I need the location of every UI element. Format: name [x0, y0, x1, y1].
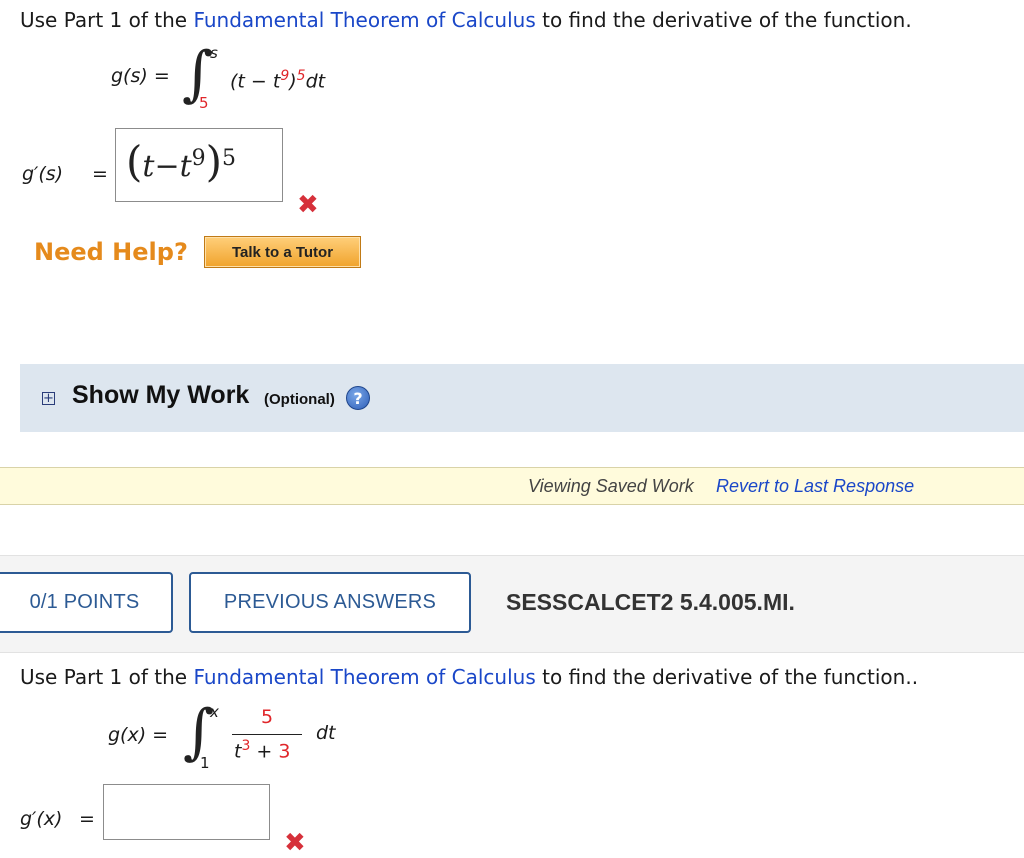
expand-plus-icon[interactable]: +	[42, 392, 55, 405]
q2-answer-equals: =	[79, 808, 95, 830]
q1-function-lhs: g(s) =	[111, 65, 170, 87]
q1-prompt-text-end: to find the derivative of the function.	[542, 8, 912, 32]
points-badge: 0/1 POINTS	[0, 572, 173, 633]
q2-dt: dt	[316, 722, 336, 744]
q1-answer-open-paren: (	[126, 137, 143, 186]
optional-label: (Optional)	[264, 391, 335, 408]
q2-denominator-exp: 3	[241, 738, 251, 754]
need-help-label: Need Help?	[34, 238, 188, 266]
help-question-icon[interactable]: ?	[346, 386, 370, 410]
q1-answer-label: g′(s)	[22, 163, 64, 185]
q1-prompt-text-start: Use Part 1 of the	[20, 8, 188, 32]
integral-sign: ∫	[182, 39, 214, 109]
revert-to-last-response-link[interactable]: Revert to Last Response	[716, 476, 914, 497]
q2-function-lhs: g(x) =	[108, 724, 169, 746]
problem-code: SESSCALCET2 5.4.005.MI.	[506, 589, 795, 615]
q2-answer-label: g′(x)	[20, 808, 63, 830]
q1-answer-exp: 9	[191, 146, 206, 171]
q1-function: g(s) = ∫ s 5 (t − t9)5dt	[0, 40, 400, 120]
q2-prompt-text-end: to find the derivative of the function..	[542, 665, 919, 689]
q2-answer-input[interactable]	[103, 784, 270, 840]
ftc-link-2[interactable]: Fundamental Theorem of Calculus	[193, 665, 535, 689]
q1-integrand-base: (t − t	[230, 70, 281, 93]
q1-answer-pow: 5	[222, 146, 237, 171]
talk-to-tutor-button[interactable]: Talk to a Tutor	[204, 236, 361, 268]
q1-answer-t: t	[142, 149, 155, 184]
q1-integrand: (t − t9)5dt	[230, 68, 325, 92]
q1-integrand-exp: 9	[280, 68, 290, 84]
q2-denominator-const: 3	[278, 740, 291, 763]
q1-answer-value: (t−t9)5	[126, 137, 236, 186]
q1-upper-limit: s	[210, 44, 218, 62]
q2-lower-limit: 1	[200, 754, 210, 772]
q2-numerator: 5	[261, 706, 274, 728]
q1-answer-field[interactable]: (t−t9)5	[115, 128, 283, 202]
show-my-work-panel: + Show My Work (Optional) ?	[20, 364, 1024, 432]
q1-integrand-close: )	[289, 70, 297, 93]
q1-answer-close-paren: )	[205, 137, 223, 186]
q2-prompt: Use Part 1 of the Fundamental Theorem of…	[20, 665, 918, 689]
q1-answer-equals: =	[92, 163, 108, 185]
q1-prompt: Use Part 1 of the Fundamental Theorem of…	[20, 8, 912, 32]
q1-integrand-dt: dt	[305, 70, 326, 93]
x-mark-icon: ✖	[297, 190, 319, 220]
viewing-saved-work-label: Viewing Saved Work	[528, 476, 694, 496]
show-my-work-label[interactable]: Show My Work	[72, 381, 249, 410]
q2-function: g(x) = ∫ x 1 5 t3 + 3 dt	[0, 700, 400, 780]
ftc-link[interactable]: Fundamental Theorem of Calculus	[193, 8, 535, 32]
q2-upper-limit: x	[210, 703, 219, 721]
q1-lower-limit: 5	[199, 94, 209, 112]
q2-denominator: t3 + 3	[234, 738, 290, 762]
q1-integrand-pow: 5	[296, 68, 306, 84]
q1-answer-t2: t	[179, 149, 192, 184]
previous-answers-button[interactable]: PREVIOUS ANSWERS	[189, 572, 471, 633]
saved-work-bar: Viewing Saved Work Revert to Last Respon…	[0, 467, 1024, 505]
q1-answer-minus: −	[154, 149, 180, 184]
q2-prompt-text-start: Use Part 1 of the	[20, 665, 188, 689]
fraction-bar	[232, 734, 302, 735]
q2-denominator-plus: +	[256, 740, 273, 763]
